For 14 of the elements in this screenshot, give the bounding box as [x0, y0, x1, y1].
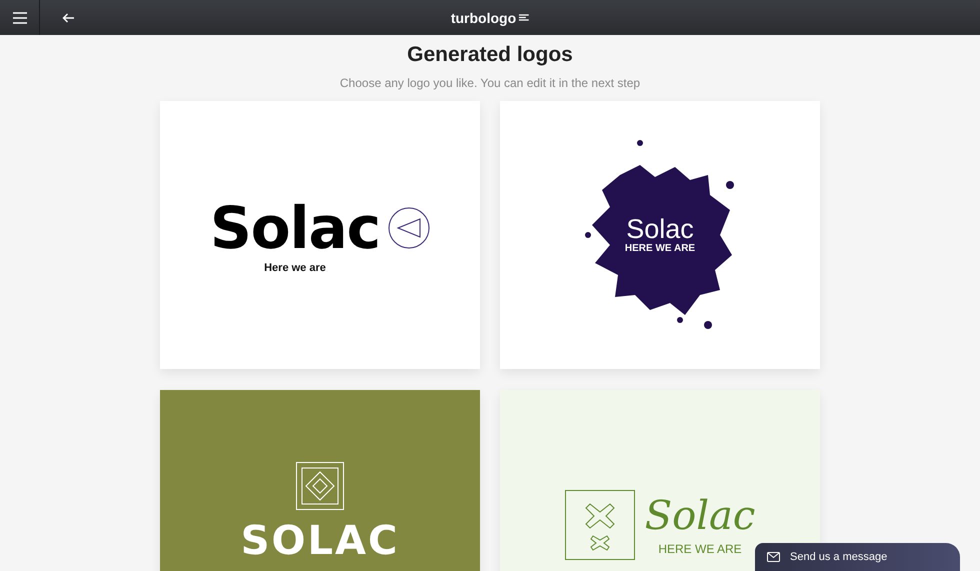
logo-card[interactable]: Solac HERE WE ARE	[500, 101, 820, 369]
send-message-button[interactable]: Send us a message	[755, 543, 960, 571]
logo-card[interactable]: SOLAC	[160, 390, 480, 571]
logo-tagline: HERE WE ARE	[624, 243, 696, 254]
logo-name: Solac	[626, 215, 694, 243]
page-subtitle: Choose any logo you like. You can edit it in the next step	[338, 76, 642, 90]
logo-tagline: Here we are	[264, 262, 326, 274]
logo-name: Solac	[210, 196, 380, 260]
page-title: Generated logos	[406, 43, 574, 67]
brand-logo-text[interactable]: turbologo	[450, 10, 516, 26]
logo-name: SOLAC	[240, 518, 400, 564]
logo-name: Solac	[644, 494, 756, 538]
logo-tagline: HERE WE ARE	[658, 542, 742, 556]
logo-card[interactable]: Solac Here we are	[160, 101, 480, 369]
